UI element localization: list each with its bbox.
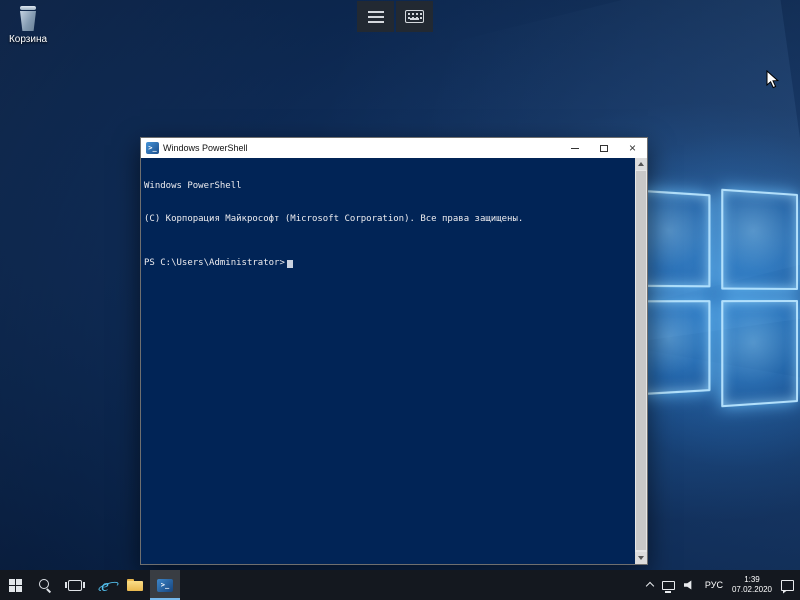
console-line: Windows PowerShell <box>144 181 632 192</box>
console-keyboard-button[interactable] <box>396 1 433 32</box>
window-title: Windows PowerShell <box>163 143 560 153</box>
console-prompt: PS C:\Users\Administrator> <box>144 258 285 269</box>
volume-button[interactable] <box>684 580 696 590</box>
window-titlebar[interactable]: >_ Windows PowerShell × <box>141 138 647 158</box>
windows-logo-pane <box>721 300 798 407</box>
window-controls: × <box>560 138 647 158</box>
console-scrollbar[interactable] <box>635 158 647 564</box>
task-view-button[interactable] <box>60 570 90 600</box>
console-output[interactable]: Windows PowerShell (C) Корпорация Майкро… <box>141 158 635 564</box>
windows-logo-pane <box>638 190 710 288</box>
language-indicator[interactable]: РУС <box>705 580 723 590</box>
console-line: (C) Корпорация Майкрософт (Microsoft Cor… <box>144 214 632 225</box>
clock[interactable]: 1:39 07.02.2020 <box>732 575 772 595</box>
start-button[interactable] <box>0 570 30 600</box>
task-view-icon <box>68 580 82 591</box>
close-icon: × <box>629 142 636 154</box>
chevron-up-icon <box>646 582 654 590</box>
desktop: Корзина >_ Windows PowerShell <box>0 0 800 600</box>
file-explorer-button[interactable] <box>120 570 150 600</box>
scroll-down-button[interactable] <box>635 552 647 564</box>
powershell-icon: >_ <box>157 579 173 592</box>
minimize-icon <box>571 148 579 149</box>
scroll-up-button[interactable] <box>635 158 647 170</box>
console-prompt-row: PS C:\Users\Administrator> <box>144 258 632 269</box>
taskbar-search-button[interactable] <box>30 570 60 600</box>
recycle-bin-body <box>20 11 36 31</box>
minimize-button[interactable] <box>560 138 589 158</box>
hidden-icons-button[interactable] <box>647 581 653 589</box>
speaker-icon <box>684 580 696 590</box>
powershell-app-icon: >_ <box>146 142 159 154</box>
recycle-bin-shortcut[interactable]: Корзина <box>2 6 54 45</box>
windows-logo-pane <box>721 189 798 290</box>
arrow-up-icon <box>638 162 644 166</box>
recycle-bin-lid <box>20 6 36 10</box>
windows-logo-pane <box>638 300 710 395</box>
scrollbar-thumb[interactable] <box>636 171 646 550</box>
network-status-button[interactable] <box>662 581 675 590</box>
folder-icon <box>127 579 143 591</box>
clock-time: 1:39 <box>732 575 772 585</box>
clock-date: 07.02.2020 <box>732 585 772 595</box>
console-caret <box>287 260 293 268</box>
action-center-icon <box>781 580 794 591</box>
internet-explorer-icon: e <box>101 577 109 594</box>
maximize-button[interactable] <box>589 138 618 158</box>
taskbar: e >_ РУС 1:39 07.02.2020 <box>0 570 800 600</box>
close-button[interactable]: × <box>618 138 647 158</box>
search-icon <box>39 579 52 592</box>
keyboard-icon <box>405 10 424 23</box>
arrow-down-icon <box>638 556 644 560</box>
internet-explorer-button[interactable]: e <box>90 570 120 600</box>
windows-logo <box>638 181 798 416</box>
console-toolbar <box>357 1 433 32</box>
powershell-taskbar-button[interactable]: >_ <box>150 570 180 600</box>
system-tray: РУС 1:39 07.02.2020 <box>647 570 800 600</box>
console-menu-button[interactable] <box>357 1 394 32</box>
hamburger-menu-icon <box>368 11 384 23</box>
action-center-button[interactable] <box>781 580 794 591</box>
windows-start-icon <box>9 579 22 592</box>
recycle-bin-icon <box>17 6 39 32</box>
recycle-bin-label: Корзина <box>2 34 54 45</box>
network-icon <box>662 581 675 590</box>
mouse-pointer <box>766 70 780 95</box>
powershell-window: >_ Windows PowerShell × Windows PowerShe… <box>140 137 648 565</box>
maximize-icon <box>600 145 608 152</box>
